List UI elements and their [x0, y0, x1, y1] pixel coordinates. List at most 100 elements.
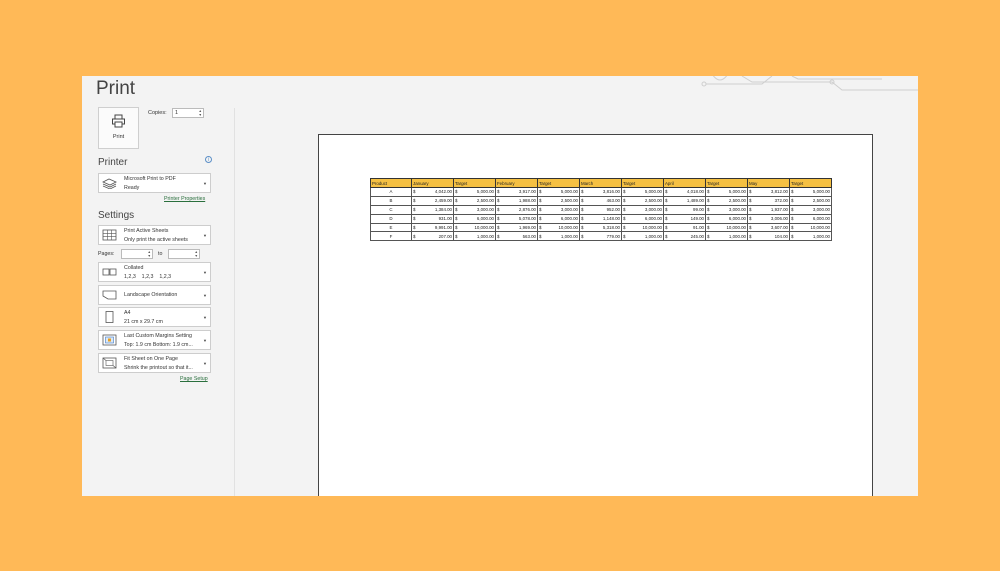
currency-symbol: $ [791, 189, 794, 195]
printer-properties-link[interactable]: Printer Properties [164, 196, 205, 202]
header-cell: Target [453, 178, 496, 188]
page-setup-link[interactable]: Page Setup [180, 376, 208, 382]
header-cell: Target [621, 178, 664, 188]
currency-symbol: $ [497, 233, 500, 239]
currency-symbol: $ [539, 216, 542, 222]
header-cell: April [663, 178, 706, 188]
currency-symbol: $ [791, 216, 794, 222]
print-button[interactable]: Print [98, 107, 139, 149]
currency-symbol: $ [581, 207, 584, 213]
cell-value: 1,937.00 [770, 207, 788, 213]
currency-symbol: $ [455, 233, 458, 239]
value-cell: $149.00 [663, 213, 706, 224]
cell-value: 5,000.00 [644, 189, 662, 195]
value-cell: $3,000.00 [621, 204, 664, 215]
header-cell: January [411, 178, 454, 188]
paper-size-desc: 21 cm x 29.7 cm [124, 319, 163, 325]
product-cell: B [370, 195, 412, 206]
value-cell: $3,607.00 [747, 222, 790, 233]
printer-dropdown[interactable]: Microsoft Print to PDF Ready ▼ [98, 173, 211, 193]
value-cell: $5,000.00 [453, 187, 496, 197]
currency-symbol: $ [581, 225, 584, 230]
value-cell: $1,000.00 [705, 231, 748, 242]
header-cell: February [495, 178, 538, 188]
table-row: A $4,042.00 $5,000.00 $3,917.00 $5,000.00 $3,… [370, 187, 832, 197]
currency-symbol: $ [665, 198, 668, 204]
value-cell: $3,917.00 [495, 187, 538, 197]
currency-symbol: $ [455, 225, 458, 230]
cell-value: 463.00 [606, 198, 620, 204]
copies-label: Copies: [148, 110, 167, 116]
currency-symbol: $ [791, 198, 794, 204]
value-cell: $2,876.00 [495, 204, 538, 215]
pages-to-spinner[interactable]: ▲ ▼ [195, 250, 198, 258]
copies-spinner[interactable]: ▲ ▼ [199, 109, 202, 117]
cell-value: 3,006.00 [770, 216, 788, 222]
value-cell: $3,000.00 [537, 204, 580, 215]
pages-from-input[interactable]: ▲ ▼ [121, 249, 153, 259]
cell-value: 207.00 [438, 233, 452, 239]
value-cell: $563.00 [495, 231, 538, 242]
currency-symbol: $ [665, 233, 668, 239]
currency-symbol: $ [455, 189, 458, 195]
product-cell: A [370, 187, 412, 197]
cell-value: 99.00 [693, 207, 704, 213]
pages-from-spinner[interactable]: ▲ ▼ [148, 250, 151, 258]
currency-symbol: $ [455, 207, 458, 213]
margins-dropdown[interactable]: Last Custom Margins Setting Top: 1.9 cm … [98, 330, 211, 350]
collation-dropdown[interactable]: Collated 1,2,3 1,2,3 1,2,3 ▼ [98, 262, 211, 282]
margins-desc: Top: 1.9 cm Bottom: 1.9 cm... [124, 342, 193, 348]
currency-symbol: $ [707, 198, 710, 204]
table-row: E $9,991.00 $10,000.00 $1,969.00 $10,000.00 $… [370, 222, 832, 233]
currency-symbol: $ [497, 207, 500, 213]
printer-icon [112, 114, 125, 128]
print-active-sheets-dropdown[interactable]: Print Active Sheets Only print the activ… [98, 225, 211, 245]
value-cell: $245.00 [663, 231, 706, 242]
value-cell: $91.00 [663, 222, 706, 233]
value-cell: $3,006.00 [747, 213, 790, 224]
chevron-down-icon: ▼ [203, 361, 207, 366]
pages-to-input[interactable]: ▲ ▼ [168, 249, 200, 259]
copies-input[interactable]: 1 ▲ ▼ [172, 108, 204, 118]
value-cell: $104.00 [747, 231, 790, 242]
scaling-dropdown[interactable]: Fit Sheet on One Page Shrink the printou… [98, 353, 211, 373]
currency-symbol: $ [497, 198, 500, 204]
cell-value: 5,000.00 [728, 189, 746, 195]
landscape-page-icon [102, 290, 117, 300]
value-cell: $6,000.00 [537, 213, 580, 224]
cell-value: 91.00 [693, 225, 704, 230]
currency-symbol: $ [749, 189, 752, 195]
cell-value: 3,000.00 [728, 207, 746, 213]
cell-value: 4,018.00 [686, 189, 704, 195]
cell-value: 2,500.00 [728, 198, 746, 204]
value-cell: $1,000.00 [621, 231, 664, 242]
cell-value: 3,607.00 [770, 225, 788, 230]
value-cell: $5,000.00 [705, 187, 748, 197]
value-cell: $1,000.00 [789, 231, 832, 242]
cell-value: 5,000.00 [560, 189, 578, 195]
orientation-dropdown[interactable]: Landscape Orientation ▼ [98, 285, 211, 305]
cell-value: 4,042.00 [434, 189, 452, 195]
cell-value: 10,000.00 [558, 225, 578, 230]
value-cell: $3,000.00 [789, 204, 832, 215]
cell-value: 3,917.00 [518, 189, 536, 195]
print-button-label: Print [112, 134, 125, 140]
active-sheets-desc: Only print the active sheets [124, 237, 188, 243]
currency-symbol: $ [413, 216, 416, 222]
cell-value: 1,000.00 [476, 233, 494, 239]
cell-value: 1,384.00 [434, 207, 452, 213]
print-settings-panel: Print Copies: 1 ▲ ▼ Printer i Microsoft P… [82, 76, 234, 496]
paper-size-title: A4 [124, 310, 131, 316]
value-cell: $9,991.00 [411, 222, 454, 233]
header-row: Product January Target February Target March T… [370, 178, 832, 188]
collated-desc: 1,2,3 1,2,3 1,2,3 [124, 274, 172, 280]
product-cell: C [370, 204, 412, 215]
currency-symbol: $ [581, 198, 584, 204]
cell-value: 9,991.00 [434, 225, 452, 230]
value-cell: $6,000.00 [705, 213, 748, 224]
value-cell: $2,500.00 [453, 195, 496, 206]
paper-size-dropdown[interactable]: A4 21 cm x 29.7 cm ▼ [98, 307, 211, 327]
value-cell: $3,000.00 [453, 204, 496, 215]
info-icon[interactable]: i [205, 156, 212, 163]
value-cell: $10,000.00 [789, 222, 832, 233]
